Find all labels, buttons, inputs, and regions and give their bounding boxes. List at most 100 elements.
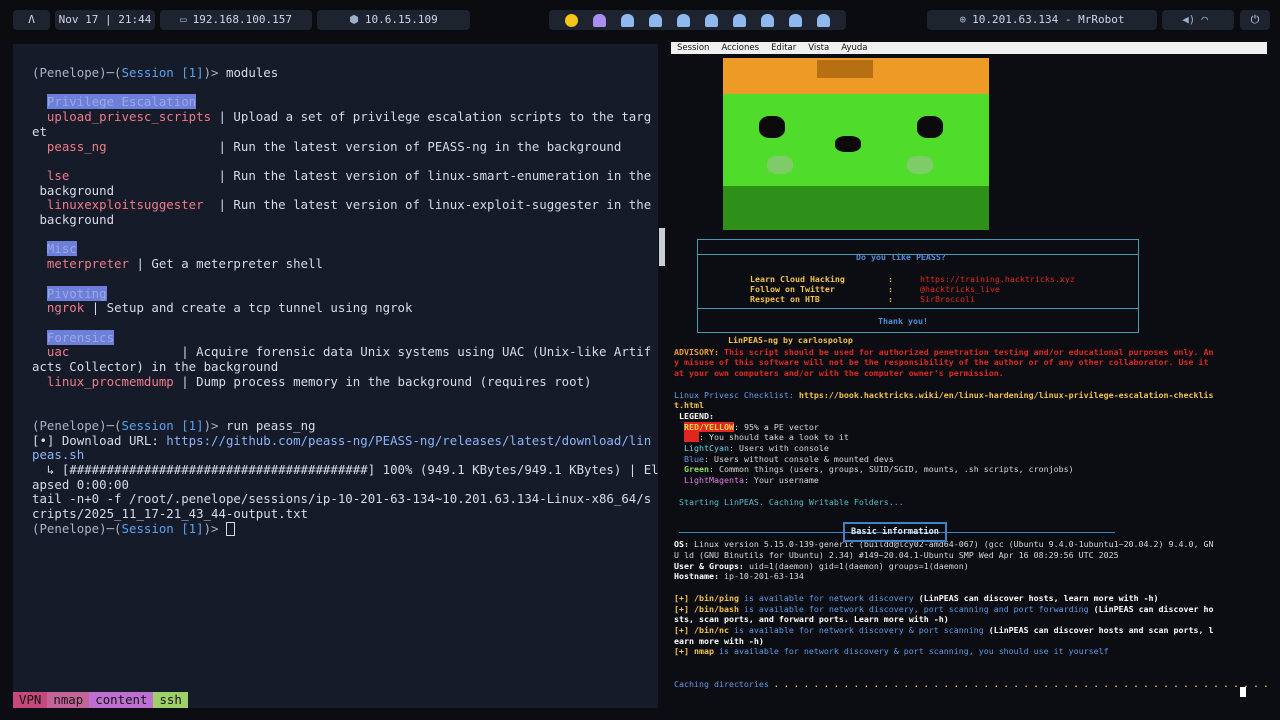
desc-lse-2: background xyxy=(32,182,115,198)
workspace-10-ghost-icon[interactable] xyxy=(817,13,831,27)
workspace-3-ghost-icon[interactable] xyxy=(620,13,634,27)
module-procmemdump: linux_procmemdump xyxy=(46,373,174,389)
left-terminal-output: (Penelope)─(Session [1])> modules Privil… xyxy=(32,65,658,537)
volume-icon[interactable]: ◀) xyxy=(1182,10,1195,30)
nc-end-1: (LinPEAS can discover hosts and scan por… xyxy=(988,624,1214,635)
desc-meterpreter: | Get a meterpreter shell xyxy=(128,256,323,272)
box-learn-label: Learn Cloud Hacking xyxy=(750,274,845,284)
legend-cyan: LightCyan xyxy=(684,443,729,454)
download-url-1[interactable]: https://github.com/peass-ng/PEASS-ng/rel… xyxy=(166,433,651,448)
tail-line-2: cripts/2025_11_17-21_43_44-output.txt xyxy=(32,506,309,522)
legend-blue: Blue xyxy=(684,453,704,464)
workspace-5-ghost-icon[interactable] xyxy=(676,13,690,27)
box-respect-value: SirBroccoli xyxy=(920,294,975,304)
top-bar: Λ Nov 17 | 21:44 ▭ 192.168.100.157 ⬢ 10.6.… xyxy=(0,0,1280,40)
module-meterpreter: meterpreter xyxy=(46,256,129,272)
target-icon: ⊕ xyxy=(959,13,967,26)
nc-mid: is available for network discovery & por… xyxy=(728,624,989,635)
legend-green-desc: : Common things (users, groups, SUID/SGI… xyxy=(708,464,1074,475)
prompt-session-2: Session [1] xyxy=(121,417,204,433)
legend-red-desc: : You should take a look to it xyxy=(699,432,849,443)
starting-linpeas: Starting LinPEAS. Caching Writable Folde… xyxy=(674,496,904,507)
peass-info-box: Do you like PEASS? Learn Cloud Hacking F… xyxy=(697,239,1139,333)
power-icon[interactable]: ⏻ xyxy=(1251,13,1260,26)
desc-upload-1: | Upload a set of privilege escalation s… xyxy=(211,109,652,125)
bash-end-1: (LinPEAS can discover ho xyxy=(1093,603,1214,614)
category-forensics: Forensics xyxy=(46,329,115,345)
power-button[interactable]: ⏻ xyxy=(1240,10,1270,30)
category-privesc: Privilege Escalation xyxy=(46,94,197,110)
menu-session[interactable]: Session xyxy=(671,42,715,54)
nmap-bin: nmap xyxy=(693,646,714,657)
menu-ayuda[interactable]: Ayuda xyxy=(835,42,873,54)
download-url-2[interactable]: peas.sh xyxy=(32,447,84,462)
workspace-9-ghost-icon[interactable] xyxy=(789,13,803,27)
right-terminal[interactable]: Session Acciones Editar Vista Ayuda Do y… xyxy=(671,42,1267,708)
advisory-label: ADVISORY: xyxy=(674,346,724,357)
advisory-3: at your own computers and/or with the co… xyxy=(674,368,1004,379)
monitor-icon: ▭ xyxy=(180,13,187,26)
pane-divider[interactable] xyxy=(659,228,665,266)
legend-magenta: LightMagenta xyxy=(684,475,744,486)
wifi-icon[interactable]: ◠ xyxy=(1201,10,1208,30)
workspace-2-ghost-icon[interactable] xyxy=(592,13,606,27)
box-thanks: Thank you! xyxy=(878,316,928,326)
workspace-6-ghost-icon[interactable] xyxy=(705,13,719,27)
prompt-user: (Penelope)─( xyxy=(32,65,122,80)
menu-acciones[interactable]: Acciones xyxy=(715,42,765,54)
box-twitter-label: Follow on Twitter xyxy=(750,284,835,294)
nmap-mid: is available for network discovery & por… xyxy=(713,646,1109,657)
local-ip: ▭ 192.168.100.157 xyxy=(160,10,312,30)
module-lse: lse xyxy=(46,167,70,183)
workspace-1-pacman-icon[interactable] xyxy=(564,13,578,27)
left-terminal[interactable]: (Penelope)─(Session [1])> modules Privil… xyxy=(13,44,658,708)
legend-title: LEGEND: xyxy=(674,410,714,421)
command-modules: modules xyxy=(225,65,279,80)
bash-mid: is available for network discovery, port… xyxy=(738,603,1094,614)
cube-icon: ⬢ xyxy=(349,13,359,26)
command-run-peass: run peass_ng xyxy=(225,417,316,433)
clock: Nov 17 | 21:44 xyxy=(55,10,155,30)
status-ssh: ssh xyxy=(153,692,188,708)
legend-red: RED xyxy=(684,432,699,443)
hostname-label: Hostname: xyxy=(674,571,724,582)
category-pivoting: Pivoting xyxy=(46,285,107,301)
box-colon-2: : xyxy=(888,284,893,294)
linpeas-output: ADVISORY: This script should be used for… xyxy=(674,336,1267,689)
menu-editar[interactable]: Editar xyxy=(765,42,802,54)
hostname-value: ip-10-201-63-134 xyxy=(723,571,804,582)
prompt-session: Session [1] xyxy=(121,65,204,80)
progress-line-2: apsed 0:00:00 xyxy=(32,476,129,492)
target-indicator: ⊕ 10.201.63.134 - MrRobot xyxy=(927,10,1157,30)
desc-ngrok: | Setup and create a tcp tunnel using ng… xyxy=(84,300,413,316)
local-ip-text: 192.168.100.157 xyxy=(192,13,292,26)
module-uac: uac xyxy=(46,344,70,360)
status-bar: VPN nmap content ssh xyxy=(13,692,188,708)
menu-vista[interactable]: Vista xyxy=(802,42,835,54)
download-prefix: [•] Download URL: xyxy=(32,432,167,448)
workspace-4-ghost-icon[interactable] xyxy=(648,13,662,27)
status-nmap: nmap xyxy=(47,692,90,708)
system-tray[interactable]: ◀) ◠ xyxy=(1162,10,1234,30)
basic-info-title: Basic information xyxy=(843,522,947,542)
workspace-8-ghost-icon[interactable] xyxy=(761,13,775,27)
workspace-7-ghost-icon[interactable] xyxy=(733,13,747,27)
box-colon-3: : xyxy=(888,294,893,304)
box-learn-value[interactable]: https://training.hacktricks.xyz xyxy=(920,274,1075,284)
module-upload-privesc: upload_privesc_scripts xyxy=(46,109,212,125)
plus-nmap: [+] xyxy=(674,646,694,657)
target-text: 10.201.63.134 - MrRobot xyxy=(972,13,1125,26)
legend-redyellow: RED/YELLOW xyxy=(684,421,734,432)
desc-upload-2: et xyxy=(32,123,47,139)
workspace-switcher[interactable] xyxy=(549,10,846,30)
box-twitter-value[interactable]: @hacktricks_live xyxy=(920,284,1000,294)
box-colon-1: : xyxy=(888,274,893,284)
desc-lse-1: | Run the latest version of linux-smart-… xyxy=(69,167,652,183)
peass-mascot-image xyxy=(723,58,989,230)
box-question: Do you like PEASS? xyxy=(856,252,946,262)
checklist-url-2[interactable]: t.html xyxy=(674,400,704,410)
prompt-user-3: (Penelope)─( xyxy=(32,520,122,536)
launcher-button[interactable]: Λ xyxy=(13,10,50,30)
checklist-url-1[interactable]: https://book.hacktricks.wiki/en/linux-ha… xyxy=(799,390,1214,400)
terminal-cursor xyxy=(225,522,235,537)
